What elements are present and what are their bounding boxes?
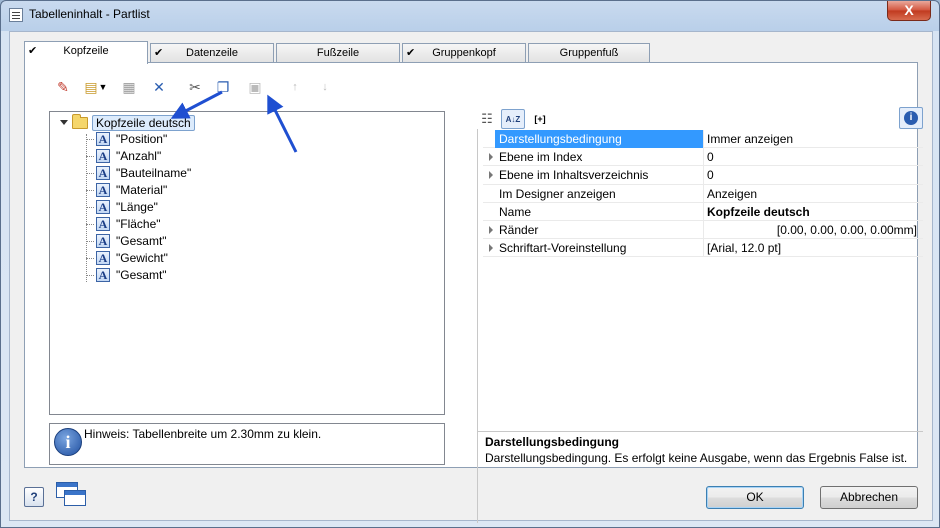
app-icon (9, 8, 23, 22)
text-field-icon: A (96, 251, 110, 265)
property-value[interactable]: 0 (707, 150, 714, 164)
cancel-button[interactable]: Abbrechen (820, 486, 918, 509)
expand-arrow-icon[interactable] (489, 244, 493, 253)
info-icon: i (904, 111, 918, 125)
property-row[interactable]: Name Kopfzeile deutsch (483, 202, 923, 221)
dialog-client: ✔ Kopfzeile ✔ Datenzeile Fußzeile ✔ Grup… (9, 31, 933, 523)
property-row[interactable]: Darstellungsbedingung Immer anzeigen (483, 130, 923, 149)
tab-label: Kopfzeile (63, 45, 109, 57)
text-field-icon: A (96, 132, 110, 146)
property-name: Schriftart-Voreinstellung (499, 241, 627, 256)
tab-check-icon: ✔ (406, 47, 416, 59)
cut-icon[interactable]: ✂ (185, 77, 205, 97)
info-icon: i (54, 428, 82, 456)
tree-view[interactable]: Kopfzeile deutsch A "Position" A "Anzahl… (49, 111, 445, 415)
help-button[interactable]: ? (24, 487, 44, 507)
close-button[interactable]: X (887, 1, 931, 21)
expand-arrow-icon[interactable] (489, 153, 493, 162)
copy-icon[interactable]: ❐ (213, 77, 233, 97)
property-row[interactable]: Ebene im Index 0 (483, 148, 923, 167)
dialog-window: Tabelleninhalt - Partlist X ✔ Kopfzeile … (0, 0, 940, 528)
title-bar[interactable]: Tabelleninhalt - Partlist (1, 1, 939, 29)
paste-icon[interactable]: ▣ (245, 77, 265, 97)
hint-panel: i Hinweis: Tabellenbreite um 2.30mm zu k… (49, 423, 445, 465)
tab-gruppenkopf[interactable]: ✔ Gruppenkopf (402, 43, 526, 63)
tab-panel: ✎ ▤ ▼ ▦ ✕ ✂ ❐ ▣ ↑ ↓ Kopfzeile deutsch A … (24, 62, 923, 523)
move-up-icon[interactable]: ↑ (285, 77, 305, 97)
property-name: Darstellungsbedingung (495, 130, 703, 148)
tab-check-icon: ✔ (154, 47, 164, 59)
tree-item-label: "Fläche" (116, 217, 161, 231)
tab-label: Gruppenkopf (432, 47, 496, 59)
categorized-view-icon[interactable]: ☷ (477, 109, 497, 129)
tab-kopfzeile[interactable]: ✔ Kopfzeile (24, 41, 148, 64)
tree-root-label[interactable]: Kopfzeile deutsch (92, 115, 195, 131)
description-text: Darstellungsbedingung. Es erfolgt keine … (485, 451, 908, 465)
tab-check-icon: ✔ (28, 45, 38, 57)
property-value[interactable]: [Arial, 12.0 pt] (707, 241, 781, 255)
dropdown-arrow-icon[interactable]: ▼ (97, 77, 109, 97)
text-field-icon: A (96, 217, 110, 231)
collapse-triangle-icon[interactable] (60, 120, 68, 125)
tree-item-label: "Anzahl" (116, 149, 162, 163)
tree-item-label: "Material" (116, 183, 168, 197)
text-field-icon: A (96, 234, 110, 248)
text-field-icon: A (96, 183, 110, 197)
hint-text: Hinweis: Tabellenbreite um 2.30mm zu kle… (84, 427, 322, 441)
folder-icon (72, 114, 88, 129)
property-row[interactable]: Im Designer anzeigen Anzeigen (483, 184, 923, 203)
property-value[interactable]: [0.00, 0.00, 0.00, 0.00mm] (777, 223, 917, 237)
property-value[interactable]: 0 (707, 168, 714, 182)
property-value[interactable]: Kopfzeile deutsch (707, 205, 810, 219)
description-title: Darstellungsbedingung (485, 435, 620, 449)
window-title: Tabelleninhalt - Partlist (29, 7, 150, 21)
tab-gruppenfuss[interactable]: Gruppenfuß (528, 43, 650, 63)
description-divider[interactable] (477, 431, 923, 432)
tree-item-label: "Gesamt" (116, 268, 167, 282)
expand-arrow-icon[interactable] (489, 171, 493, 180)
tree-item-label: "Bauteilname" (116, 166, 192, 180)
tree-item-label: "Gewicht" (116, 251, 168, 265)
tab-datenzeile[interactable]: ✔ Datenzeile (150, 43, 274, 63)
insert-icon[interactable]: ▦ (119, 77, 139, 97)
property-row[interactable]: Ebene im Inhaltsverzeichnis 0 (483, 166, 923, 185)
alphabetical-sort-icon[interactable]: A↓Z (501, 109, 525, 129)
property-row[interactable]: Schriftart-Voreinstellung [Arial, 12.0 p… (483, 239, 923, 258)
tab-label: Gruppenfuß (559, 47, 619, 59)
expand-all-button[interactable]: [+] (529, 109, 551, 129)
tab-label: Datenzeile (186, 47, 238, 59)
property-value[interactable]: Immer anzeigen (707, 132, 793, 146)
property-grid[interactable]: Darstellungsbedingung Immer anzeigen Ebe… (483, 130, 923, 258)
text-field-icon: A (96, 200, 110, 214)
tab-label: Fußzeile (316, 47, 360, 59)
delete-icon[interactable]: ✕ (149, 77, 169, 97)
move-down-icon[interactable]: ↓ (315, 77, 335, 97)
property-value[interactable]: Anzeigen (707, 187, 757, 201)
property-row[interactable]: Ränder [0.00, 0.00, 0.00, 0.00mm] (483, 220, 923, 240)
edit-wand-icon[interactable]: ✎ (53, 77, 73, 97)
ok-button[interactable]: OK (706, 486, 804, 509)
text-field-icon: A (96, 166, 110, 180)
property-info-button[interactable]: i (899, 107, 923, 129)
text-field-icon: A (96, 268, 110, 282)
tree-item-label: "Gesamt" (116, 234, 167, 248)
window-icon (64, 490, 86, 506)
window-switch-button[interactable] (56, 482, 90, 510)
text-field-icon: A (96, 149, 110, 163)
tree-item-label: "Position" (116, 132, 168, 146)
tree-item-label: "Länge" (116, 200, 158, 214)
tab-fusszeile[interactable]: Fußzeile (276, 43, 400, 63)
expand-arrow-icon[interactable] (489, 225, 493, 234)
